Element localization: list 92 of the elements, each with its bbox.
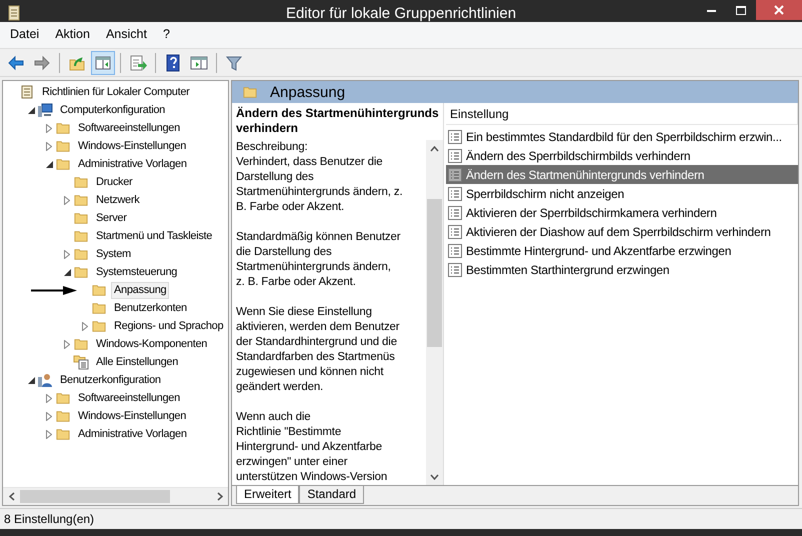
setting-row[interactable]: Sperrbildschirm nicht anzeigen xyxy=(446,184,798,203)
folder-icon xyxy=(55,409,71,423)
setting-icon xyxy=(448,130,462,144)
collapsed-arrow-icon[interactable] xyxy=(64,340,70,348)
scroll-icon xyxy=(7,5,21,21)
tree-item[interactable]: System xyxy=(93,246,134,262)
folder-icon xyxy=(73,337,89,351)
folder-icon xyxy=(73,193,89,207)
setting-icon xyxy=(448,168,462,182)
window-title: Editor für lokale Gruppenrichtlinien xyxy=(284,5,518,22)
setting-row[interactable]: Ein bestimmtes Standardbild für den Sperrbildschirm erzwin... xyxy=(446,127,798,146)
scroll-icon xyxy=(19,84,35,100)
collapsed-arrow-icon[interactable] xyxy=(46,412,52,420)
setting-icon xyxy=(448,206,462,220)
tree-item[interactable]: Administrative Vorlagen xyxy=(75,426,190,442)
tree-item[interactable]: Netzwerk xyxy=(93,192,142,208)
collapsed-arrow-icon[interactable] xyxy=(46,394,52,402)
folder-icon xyxy=(55,391,71,405)
maximize-icon xyxy=(736,6,746,14)
collapsed-arrow-icon[interactable] xyxy=(46,124,52,132)
folder-icon xyxy=(73,175,89,189)
collapsed-arrow-icon[interactable] xyxy=(64,196,70,204)
view-tab[interactable]: Standard xyxy=(299,486,364,504)
tree-item[interactable]: Startmenü und Taskleiste xyxy=(93,228,216,244)
collapsed-arrow-icon[interactable] xyxy=(46,430,52,438)
setting-row[interactable]: Bestimmte Hintergrund- und Akzentfarbe erzwingen xyxy=(446,241,798,260)
setting-row[interactable]: Ändern des Sperrbildschirmbilds verhindern xyxy=(446,146,798,165)
tree-item[interactable]: Anpassung xyxy=(111,282,170,298)
setting-icon xyxy=(448,224,462,238)
folder-icon xyxy=(55,427,71,441)
folder-icon xyxy=(73,229,89,243)
folder-icon xyxy=(91,319,107,333)
tree-item[interactable]: Softwareeinstellungen xyxy=(75,390,183,406)
tree-item[interactable]: Computerkonfiguration xyxy=(57,102,168,118)
expanded-arrow-icon[interactable] xyxy=(28,376,34,384)
settings-list-icon xyxy=(73,354,89,370)
tree-item[interactable]: Windows-Einstellungen xyxy=(75,408,190,424)
tree-item[interactable]: Server xyxy=(93,210,130,226)
status-text: 8 Einstellung(en) xyxy=(4,512,94,526)
folder-icon xyxy=(73,265,89,279)
tree-item[interactable]: Softwareeinstellungen xyxy=(75,120,183,136)
collapsed-arrow-icon[interactable] xyxy=(82,322,88,330)
view-tab[interactable]: Erweitert xyxy=(236,486,300,504)
tree-item[interactable]: Benutzerkonten xyxy=(111,300,190,316)
setting-icon xyxy=(448,186,462,200)
expanded-arrow-icon[interactable] xyxy=(64,268,70,276)
tree-item[interactable]: Administrative Vorlagen xyxy=(75,156,190,172)
section-title: Anpassung xyxy=(270,84,346,100)
folder-icon xyxy=(55,139,71,153)
setting-icon xyxy=(448,148,462,162)
collapsed-arrow-icon[interactable] xyxy=(64,250,70,258)
folder-icon xyxy=(73,211,89,225)
folder-icon xyxy=(55,157,71,171)
folder-icon xyxy=(91,301,107,315)
setting-row[interactable]: Ändern des Startmenühintergrunds verhindern xyxy=(446,165,798,184)
tree-item[interactable]: Windows-Komponenten xyxy=(93,336,210,352)
expanded-arrow-icon[interactable] xyxy=(46,160,52,168)
menu-item[interactable]: Datei xyxy=(4,25,46,45)
folder-icon xyxy=(242,85,258,99)
close-button[interactable] xyxy=(756,0,802,20)
tree-item[interactable]: Richtlinien für Lokaler Computer xyxy=(39,84,193,100)
close-icon xyxy=(774,5,784,15)
minimize-icon xyxy=(706,8,716,12)
tree-item[interactable]: Windows-Einstellungen xyxy=(75,138,190,154)
description-paragraph: Wenn Sie diese Einstellung aktivieren, werden dem Benutzer der Standardhintergrund und die Standardfarben des Startmenüs zugewiesen und können nicht geändert werden. xyxy=(236,305,400,395)
menu-item[interactable]: ? xyxy=(156,25,176,45)
expanded-arrow-icon[interactable] xyxy=(28,106,34,114)
user-icon xyxy=(37,372,53,388)
setting-row[interactable]: Aktivieren der Diashow auf dem Sperrbildschirm verhindern xyxy=(446,222,798,241)
description-paragraph: Beschreibung: Verhindert, dass Benutzer die Darstellung des Startmenühintergrunds ändern, z. B. Farbe oder Akzent. xyxy=(236,140,404,215)
collapsed-arrow-icon[interactable] xyxy=(46,142,52,150)
description-paragraph: Standardmäßig können Benutzer die Darstellung des Startmenühintergrunds ändern, z. B. Farbe oder Akzent. xyxy=(236,230,402,290)
menu-item[interactable]: Aktion xyxy=(49,25,96,45)
folder-icon xyxy=(73,247,89,261)
setting-row[interactable]: Bestimmten Starthintergrund erzwingen xyxy=(446,260,798,279)
tree-item[interactable]: Drucker xyxy=(93,174,136,190)
setting-icon xyxy=(448,244,462,258)
folder-icon xyxy=(55,121,71,135)
tree-item[interactable]: Benutzerkonfiguration xyxy=(57,372,164,388)
scrollbar-thumb[interactable] xyxy=(20,490,170,503)
menu-item[interactable]: Ansicht xyxy=(100,25,153,45)
folder-icon xyxy=(91,283,107,297)
setting-icon xyxy=(448,262,462,276)
tree-item[interactable]: Regions- und Sprachop xyxy=(111,318,226,334)
scrollbar-thumb[interactable] xyxy=(427,199,442,347)
description-paragraph: Wenn auch die Richtlinie "Bestimmte Hintergrund- und Akzentfarbe erzwingen" unter einer unterstützen Windows-Version xyxy=(236,410,388,485)
setting-row[interactable]: Aktivieren der Sperrbildschirmkamera verhindern xyxy=(446,203,798,222)
tree-item[interactable]: Alle Einstellungen xyxy=(93,354,182,370)
column-header[interactable]: Einstellung xyxy=(446,103,798,125)
setting-title: Ändern des Startmenühintergrunds verhindern xyxy=(235,105,440,137)
computer-icon xyxy=(37,102,53,118)
tree-item[interactable]: Systemsteuerung xyxy=(93,264,180,280)
